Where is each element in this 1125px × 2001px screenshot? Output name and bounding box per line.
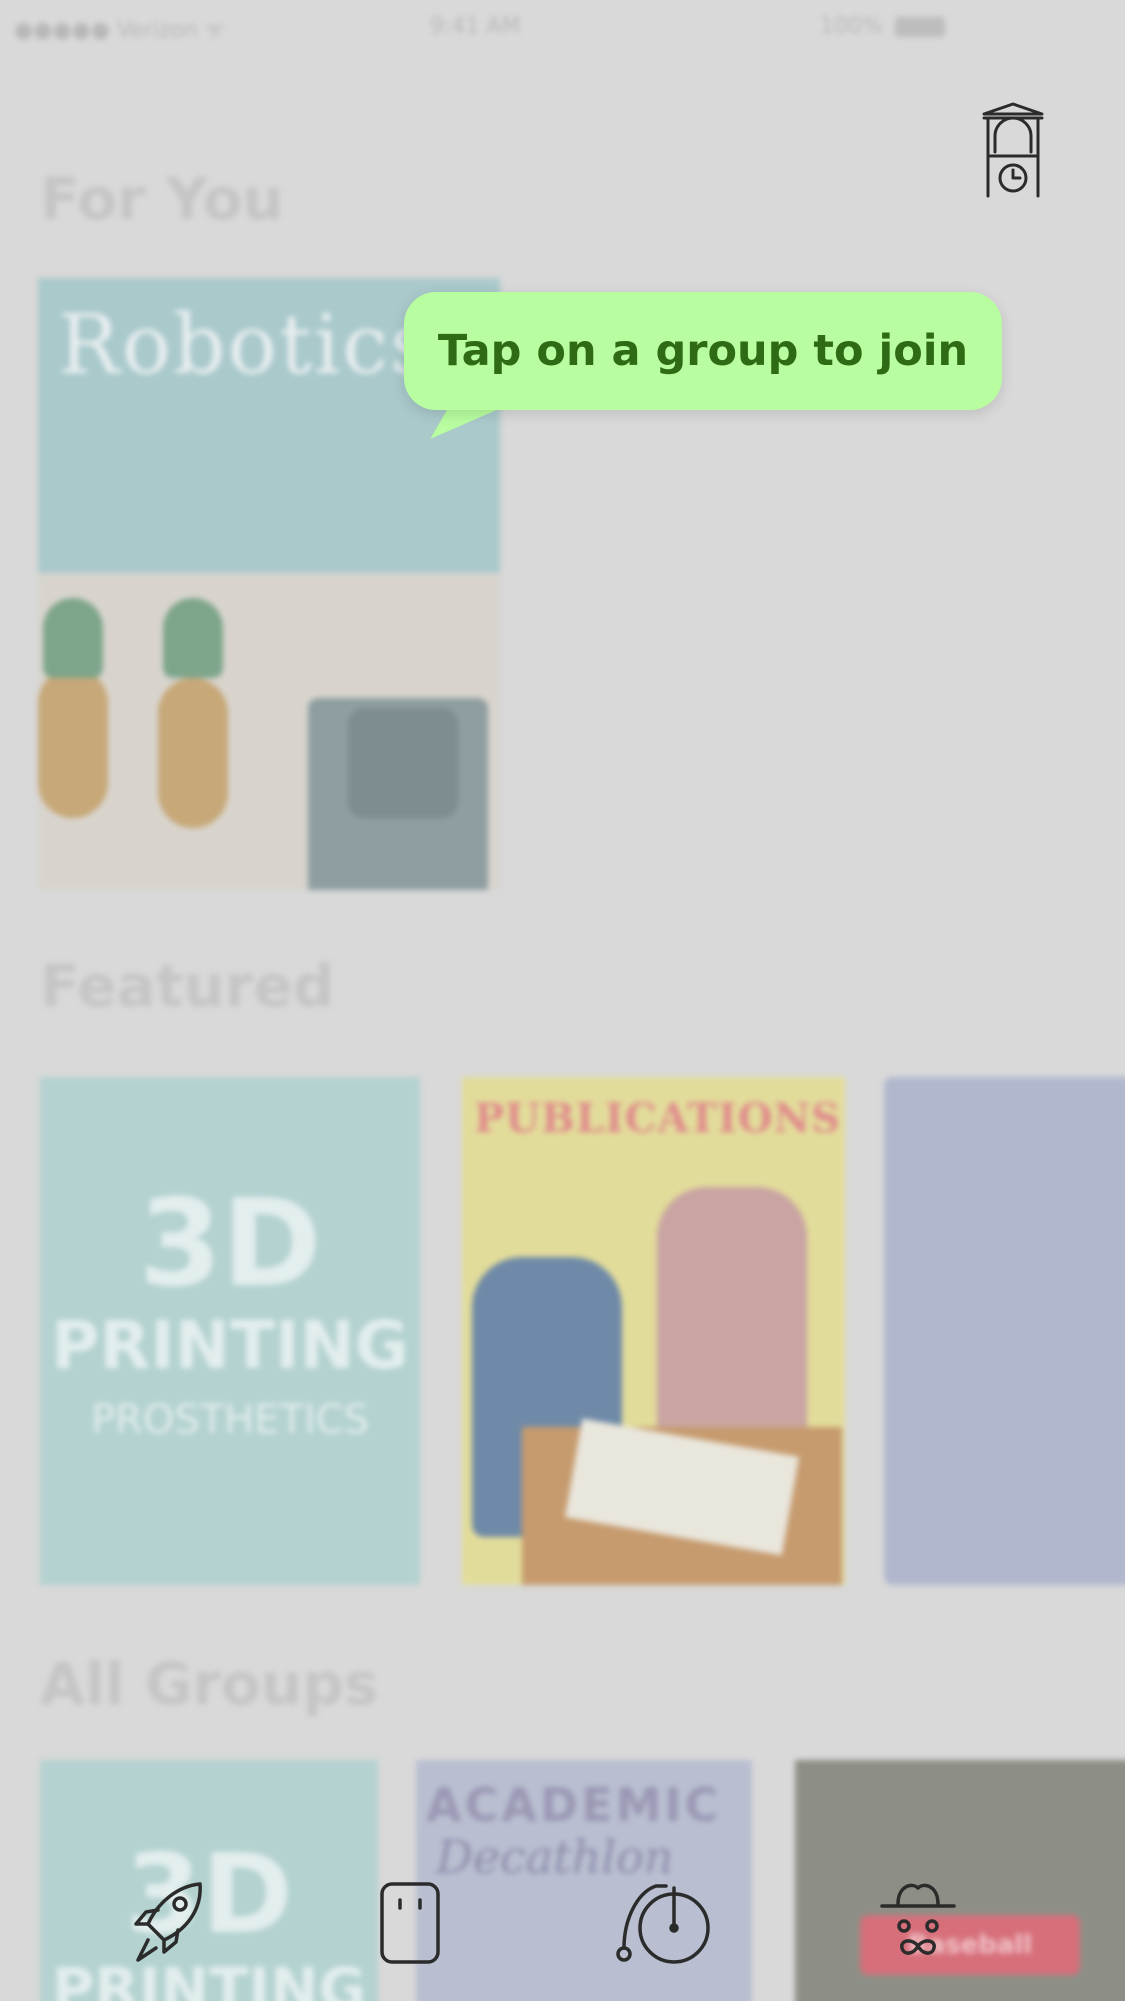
section-title-featured: Featured (40, 952, 335, 1020)
group-tile-3d-printing[interactable]: 3D PRINTING PROSTHETICS (40, 1077, 420, 1585)
tile-title: PUBLICATIONS (474, 1095, 842, 1142)
rocket-icon (134, 1882, 202, 1962)
group-tile-featured-3[interactable] (884, 1077, 1125, 1585)
tab-activity[interactable] (612, 1878, 712, 1968)
tab-groups[interactable] (360, 1878, 460, 1968)
tile-title: 3D (138, 1175, 322, 1314)
tile-caption: PROSTHETICS (90, 1397, 370, 1443)
pineapple-decoration (38, 668, 108, 818)
tile-title: ACADEMIC (426, 1778, 722, 1832)
pineapple-decoration (43, 598, 103, 678)
section-title-for-you: For You (40, 165, 284, 233)
status-carrier: ●●●●● Verizon ᯤ (14, 18, 226, 43)
section-title-all-groups: All Groups (40, 1650, 379, 1718)
clock-tower-icon[interactable] (978, 100, 1048, 200)
screen: ●●●●● Verizon ᯤ 9:41 AM 100% For You Rob… (0, 0, 1125, 2001)
status-battery-percent: 100% (820, 14, 883, 39)
tile-subtitle: PRINTING (51, 1307, 409, 1384)
onboarding-tooltip[interactable]: Tap on a group to join (404, 292, 1002, 410)
tab-explore[interactable] (118, 1878, 218, 1968)
device-icon (380, 1882, 440, 1964)
tooltip-text: Tap on a group to join (437, 326, 969, 376)
battery-icon (895, 17, 945, 37)
tab-profile[interactable] (868, 1878, 968, 1968)
penny-farthing-icon (616, 1884, 710, 1964)
hat-mustache-icon (880, 1883, 956, 1955)
pineapple-decoration (158, 678, 228, 828)
tile-subtitle: Decathlon (436, 1830, 674, 1884)
tile-title: Robotics (58, 298, 435, 393)
group-tile-publications[interactable]: PUBLICATIONS (462, 1077, 845, 1585)
status-time: 9:41 AM (430, 14, 521, 39)
status-bar: ●●●●● Verizon ᯤ 9:41 AM 100% (0, 0, 1125, 58)
pineapple-decoration (163, 598, 223, 678)
robot-head (348, 708, 458, 818)
